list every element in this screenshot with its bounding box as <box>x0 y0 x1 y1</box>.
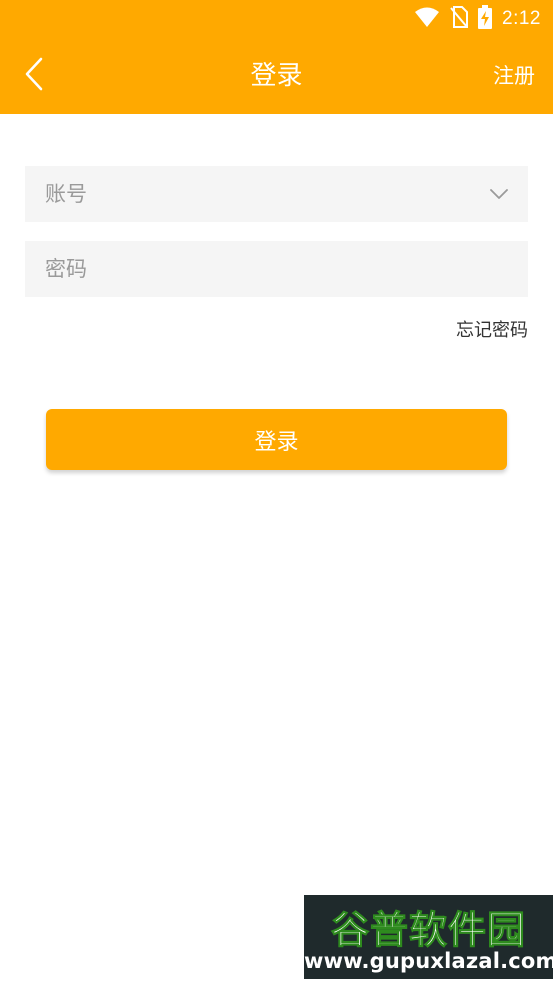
register-link[interactable]: 注册 <box>493 38 535 114</box>
watermark-url: www.gupuxlazal.com <box>304 949 553 973</box>
back-button[interactable] <box>14 54 54 98</box>
wifi-icon <box>414 6 440 32</box>
battery-charging-icon <box>478 5 493 33</box>
account-input[interactable] <box>25 166 528 222</box>
watermark: 谷普软件园 www.gupuxlazal.com <box>304 895 553 979</box>
password-field-container <box>25 241 528 297</box>
no-sim-icon <box>450 6 469 32</box>
account-field-container <box>25 166 528 222</box>
login-button[interactable]: 登录 <box>46 409 507 470</box>
status-bar: 2:12 <box>0 0 553 38</box>
chevron-left-icon <box>24 57 44 95</box>
watermark-logo: 谷普软件园 <box>304 901 553 952</box>
account-dropdown-button[interactable] <box>484 180 514 208</box>
page-title: 登录 <box>250 61 303 91</box>
watermark-name: 谷普软件园 <box>330 907 526 952</box>
forgot-password-link[interactable]: 忘记密码 <box>456 316 528 342</box>
chevron-down-icon <box>490 185 508 204</box>
password-input[interactable] <box>25 241 528 297</box>
status-time: 2:12 <box>502 8 541 29</box>
status-icons: 2:12 <box>414 5 541 33</box>
app-bar: 登录 注册 <box>0 38 553 114</box>
